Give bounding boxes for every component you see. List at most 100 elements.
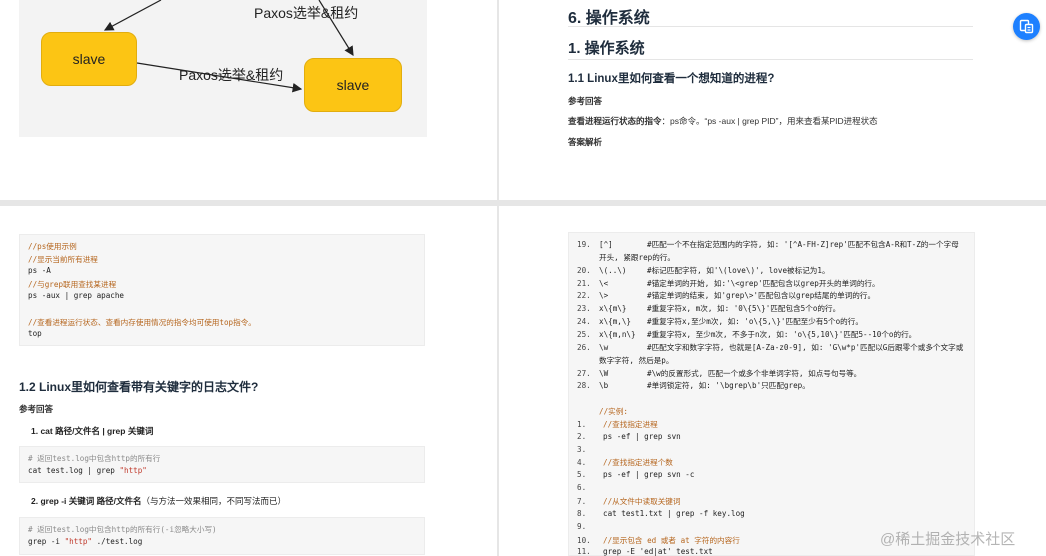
page-top-left: slave slave Paxos选举&租约 Paxos选举&租约: [0, 0, 497, 200]
code-text: #单词锁定符, 如: '\bgrep\b'只匹配grep。: [647, 381, 810, 391]
line-number: 26.: [577, 342, 591, 352]
code-line: # 返回test.log中包含http的所有行(-i忽略大小写): [28, 525, 217, 534]
document-translate-button[interactable]: [1013, 13, 1040, 40]
code-line: cat test.log | grep "http": [28, 466, 147, 475]
question-heading: 1.1 Linux里如何查看一个想知道的进程?: [568, 73, 775, 85]
document-translate-icon: [1019, 19, 1034, 34]
code-string: "http": [119, 466, 147, 475]
line-number: 25.: [577, 329, 591, 339]
regex-token: \W: [599, 368, 609, 378]
code-line: 2. ps -ef | grep svn: [577, 432, 681, 441]
code-line: 23. x\{m\} #重复字符x, m次, 如: '0\{5\}'匹配包含5个o的…: [577, 303, 840, 314]
edge-label-mid: Paxos选举&租约: [179, 67, 284, 83]
line-number: 3.: [577, 444, 587, 454]
code-line: top: [28, 329, 42, 339]
code-text: ps -ef | grep svn -c: [603, 470, 695, 480]
code-line: //显示当前所有进程: [28, 254, 98, 264]
regex-token: x\{m\}: [599, 304, 627, 314]
code-text: #匹配文字和数字字符, 也就是[A-Za-z0-9], 如: 'G\w*p'匹配…: [647, 342, 964, 352]
code-line: 1. //查找指定进程: [577, 419, 658, 430]
question-heading-2: 1.2 Linux里如何查看带有关键字的日志文件?: [19, 380, 259, 394]
answer-rest: ：ps命令。“ps -aux | grep PID”，用来查看某PID进程状态: [661, 116, 878, 126]
regex-token: [^]: [599, 240, 613, 249]
code-block-cat: # 返回test.log中包含http的所有行 cat test.log | g…: [19, 446, 425, 483]
line-number: 1.: [577, 419, 587, 429]
regex-token: \<: [599, 278, 609, 288]
ref-answer-label-2: 参考回答: [19, 404, 54, 414]
code-line: 25. x\{m,n\} #重复字符x, 至少m次, 不多于n次, 如: 'o\{5…: [577, 329, 916, 340]
code-text: cat test1.txt | grep -f key.log: [603, 508, 745, 518]
code-line: 11. grep -E 'ed|at' test.txt: [577, 547, 713, 556]
line-number: 6.: [577, 483, 587, 493]
node-slave-right: slave: [304, 58, 402, 112]
code-text: #锚定单词的结束, 如'grep\>'匹配包含以grep结尾的单词的行。: [647, 291, 876, 301]
regex-token: \(..\): [599, 265, 627, 275]
code-line: 21. \< #锚定单词的开始, 如:'\<grep'匹配包含以grep开头的单词的…: [577, 278, 880, 289]
code-line: ps -A: [28, 266, 51, 276]
code-line: //ps使用示例: [28, 242, 77, 251]
edge-top-left: [103, 0, 162, 31]
line-number: 11.: [577, 547, 591, 556]
code-text: cat test.log | grep: [28, 466, 120, 475]
code-line: //与grep联用查找某进程: [28, 279, 117, 289]
code-line: grep -i "http" ./test.log: [28, 537, 142, 546]
line-number: 9.: [577, 521, 587, 531]
code-text: grep -E 'ed|at' test.txt: [603, 547, 713, 556]
section-heading: 6. 操作系统: [568, 10, 650, 27]
code-line: 数字字符, 然后是p。: [577, 355, 673, 366]
regex-token: x\{m,\}: [599, 317, 632, 327]
code-line: 22. \> #锚定单词的结束, 如'grep\>'匹配包含以grep结尾的单词的行…: [577, 290, 875, 301]
code-text: #重复字符x, m次, 如: '0\{5\}'匹配包含5个o的行。: [647, 304, 841, 314]
heading-rule: [568, 26, 973, 27]
line-number: 27.: [577, 368, 591, 378]
edge-label-top: Paxos选举&租约: [254, 5, 359, 21]
page-top-right: 6. 操作系统 1. 操作系统 1.1 Linux里如何查看一个想知道的进程? …: [499, 0, 1046, 200]
line-number: 8.: [577, 508, 587, 518]
method-item-2-bold: 2. grep -i 关键词 路径/文件名: [31, 496, 142, 506]
line-number: 19.: [577, 240, 591, 249]
code-text: 数字字符, 然后是p。: [599, 355, 674, 365]
paxos-diagram: slave slave Paxos选举&租约 Paxos选举&租约: [19, 0, 427, 137]
code-text: 开头, 紧跟rep的行。: [599, 252, 676, 262]
code-line: 6.: [577, 483, 603, 492]
code-line: 26. \w #匹配文字和数字字符, 也就是[A-Za-z0-9], 如: 'G\w…: [577, 342, 963, 353]
code-line: 19. [^] #匹配一个不在指定范围内的字符, 如: '[^A-FH-Z]rep'…: [577, 239, 959, 250]
code-line: //查看进程运行状态、查看内存使用情况的指令均可使用top指令。: [28, 317, 256, 327]
code-text: ps -ef | grep svn: [603, 431, 681, 441]
code-text: #重复字符x, 至少m次, 不多于n次, 如: 'o\{5,10\}'匹配5--…: [647, 329, 917, 339]
code-text: //实例:: [599, 407, 628, 417]
answer-bold: 查看进程运行状态的指令: [568, 116, 662, 126]
code-text: #锚定单词的开始, 如:'\<grep'匹配包含以grep开头的单词的行。: [647, 278, 880, 288]
line-number: 20.: [577, 265, 591, 275]
code-text: #标记匹配字符, 如'\(love\)', love被标记为1。: [647, 265, 830, 275]
method-item-2: 2. grep -i 关键词 路径/文件名（与方法一效果相同，不同写法而已）: [31, 495, 286, 507]
code-text: #\w的反置形式, 匹配一个或多个非单词字符, 如点号句号等。: [647, 368, 862, 378]
code-line: 7. //从文件中读取关键词: [577, 496, 681, 507]
code-block-grep: # 返回test.log中包含http的所有行(-i忽略大小写) grep -i…: [19, 517, 425, 555]
line-number: 5.: [577, 470, 587, 480]
code-line: ps -aux | grep apache: [28, 291, 125, 301]
line-number: 21.: [577, 278, 591, 288]
ref-answer-label: 参考回答: [568, 96, 603, 106]
line-number: 7.: [577, 497, 587, 506]
chapter-heading: 1. 操作系统: [568, 40, 645, 57]
code-string: "http": [64, 537, 93, 546]
regex-token: x\{m,n\}: [599, 329, 636, 339]
code-text: //查找指定进程个数: [603, 458, 673, 468]
code-line: 8. cat test1.txt | grep -f key.log: [577, 509, 745, 518]
code-line: 4. //查找指定进程个数: [577, 457, 673, 468]
line-number: 28.: [577, 381, 591, 391]
line-number: 23.: [577, 304, 591, 314]
code-text: grep -i: [28, 537, 65, 546]
code-text: #重复字符x,至少m次, 如: 'o\{5,\}'匹配至少有5个o的行。: [647, 317, 863, 327]
line-number: 22.: [577, 291, 591, 301]
code-line: 9.: [577, 522, 603, 531]
code-line: 20. \(..\) #标记匹配字符, 如'\(love\)', love被标记为1…: [577, 265, 830, 276]
code-text: //从文件中读取关键词: [603, 497, 681, 506]
line-number: 4.: [577, 458, 587, 468]
node-slave-left: slave: [41, 32, 137, 86]
regex-token: \b: [599, 381, 609, 391]
method-item-1: 1. cat 路径/文件名 | grep 关键词: [31, 426, 154, 436]
chapter-rule: [568, 59, 973, 60]
